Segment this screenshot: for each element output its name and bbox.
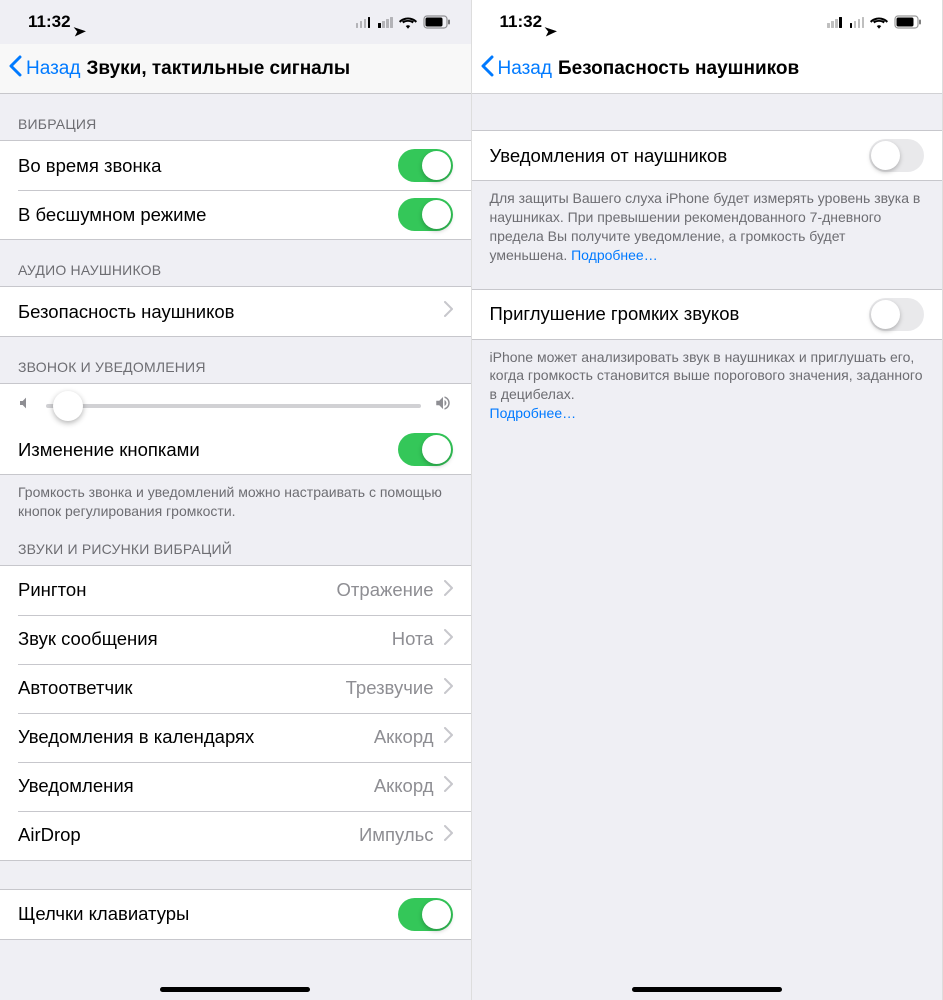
section-header-ringer: ЗВОНОК И УВЕДОМЛЕНИЯ [0, 337, 471, 383]
section-header-vibration: ВИБРАЦИЯ [0, 94, 471, 140]
row-sound-pattern[interactable]: Уведомления в календаряхАккорд [0, 713, 471, 762]
row-label: Безопасность наушников [18, 301, 444, 323]
row-value: Аккорд [374, 775, 434, 797]
footer-ringer: Громкость звонка и уведомлений можно нас… [0, 475, 471, 527]
switch-reduce-loud-sounds[interactable] [869, 298, 924, 331]
learn-more-link[interactable]: Подробнее… [571, 247, 658, 263]
switch-vibrate-on-silent[interactable] [398, 198, 453, 231]
signal-secondary-icon [378, 17, 393, 28]
row-keyboard-clicks[interactable]: Щелчки клавиатуры [0, 890, 471, 939]
row-value: Аккорд [374, 726, 434, 748]
group-headphone-audio: Безопасность наушников [0, 286, 471, 337]
row-sound-pattern[interactable]: АвтоответчикТрезвучие [0, 664, 471, 713]
row-label: Уведомления [18, 775, 374, 797]
status-bar: 11:32 [472, 0, 943, 44]
status-time: 11:32 [500, 12, 543, 32]
battery-icon [423, 15, 451, 29]
page-title: Звуки, тактильные сигналы [86, 58, 350, 80]
learn-more-link[interactable]: Подробнее… [490, 405, 577, 421]
row-reduce-loud-sounds[interactable]: Приглушение громких звуков [472, 290, 943, 339]
volume-slider[interactable] [46, 404, 421, 408]
chevron-left-icon [8, 55, 22, 83]
row-volume-slider [0, 384, 471, 425]
signal-secondary-icon [850, 17, 865, 28]
row-label: Уведомления в календарях [18, 726, 374, 748]
nav-bar: Назад Безопасность наушников [472, 44, 943, 94]
row-value: Нота [392, 628, 434, 650]
chevron-right-icon [444, 727, 453, 748]
footer-text: iPhone может анализировать звук в наушни… [490, 349, 923, 403]
row-label: Рингтон [18, 579, 337, 601]
home-indicator[interactable] [632, 987, 782, 992]
row-label: Во время звонка [18, 155, 398, 177]
section-header-headphone-audio: АУДИО НАУШНИКОВ [0, 240, 471, 286]
footer-headphone-notifications: Для защиты Вашего слуха iPhone будет изм… [472, 181, 943, 271]
status-bar: 11:32 [0, 0, 471, 44]
speaker-high-icon [433, 394, 453, 417]
switch-change-with-buttons[interactable] [398, 433, 453, 466]
row-sound-pattern[interactable]: AirDropИмпульс [0, 811, 471, 860]
chevron-right-icon [444, 301, 453, 322]
back-button[interactable]: Назад [480, 55, 552, 83]
switch-keyboard-clicks[interactable] [398, 898, 453, 931]
row-sound-pattern[interactable]: УведомленияАккорд [0, 762, 471, 811]
group-sounds-patterns: РингтонОтражениеЗвук сообщенияНотаАвтоот… [0, 565, 471, 861]
chevron-right-icon [444, 580, 453, 601]
footer-text: Для защиты Вашего слуха iPhone будет изм… [490, 190, 921, 263]
row-vibrate-on-silent[interactable]: В бесшумном режиме [0, 190, 471, 239]
wifi-icon [399, 15, 417, 29]
chevron-left-icon [480, 55, 494, 83]
row-headphone-safety[interactable]: Безопасность наушников [0, 287, 471, 336]
chevron-right-icon [444, 776, 453, 797]
switch-vibrate-on-ring[interactable] [398, 149, 453, 182]
row-label: Приглушение громких звуков [490, 303, 870, 325]
row-vibrate-on-ring[interactable]: Во время звонка [0, 141, 471, 190]
back-label: Назад [498, 58, 552, 80]
row-sound-pattern[interactable]: РингтонОтражение [0, 566, 471, 615]
group-vibration: Во время звонка В бесшумном режиме [0, 140, 471, 240]
row-value: Трезвучие [346, 677, 434, 699]
group-reduce-loud-sounds: Приглушение громких звуков [472, 289, 943, 340]
group-ringer: Изменение кнопками [0, 383, 471, 475]
signal-primary-icon [827, 17, 842, 28]
section-header-sounds-patterns: ЗВУКИ И РИСУНКИ ВИБРАЦИЙ [0, 527, 471, 565]
row-label: AirDrop [18, 824, 359, 846]
group-headphone-notifications: Уведомления от наушников [472, 130, 943, 181]
row-label: Изменение кнопками [18, 439, 398, 461]
row-change-with-buttons[interactable]: Изменение кнопками [0, 425, 471, 474]
row-label: Автоответчик [18, 677, 346, 699]
chevron-right-icon [444, 629, 453, 650]
footer-reduce-loud-sounds: iPhone может анализировать звук в наушни… [472, 340, 943, 430]
back-button[interactable]: Назад [8, 55, 80, 83]
chevron-right-icon [444, 678, 453, 699]
group-keyboard-clicks: Щелчки клавиатуры [0, 889, 471, 940]
speaker-low-icon [18, 395, 34, 416]
row-label: Звук сообщения [18, 628, 392, 650]
back-label: Назад [26, 58, 80, 80]
row-value: Импульс [359, 824, 434, 846]
page-title: Безопасность наушников [558, 58, 799, 80]
battery-icon [894, 15, 922, 29]
row-value: Отражение [337, 579, 434, 601]
home-indicator[interactable] [160, 987, 310, 992]
row-label: Уведомления от наушников [490, 145, 870, 167]
row-headphone-notifications[interactable]: Уведомления от наушников [472, 131, 943, 180]
nav-bar: Назад Звуки, тактильные сигналы [0, 44, 471, 94]
row-label: Щелчки клавиатуры [18, 903, 398, 925]
chevron-right-icon [444, 825, 453, 846]
switch-headphone-notifications[interactable] [869, 139, 924, 172]
wifi-icon [870, 15, 888, 29]
row-sound-pattern[interactable]: Звук сообщенияНота [0, 615, 471, 664]
screen-headphone-safety: 11:32 Назад Безопасность наушников [472, 0, 943, 1000]
slider-thumb[interactable] [53, 391, 83, 421]
status-time: 11:32 [28, 12, 71, 32]
screen-sounds-haptics: 11:32 Назад Звуки, тактильные сигналы ВИ… [0, 0, 472, 1000]
signal-primary-icon [356, 17, 371, 28]
row-label: В бесшумном режиме [18, 204, 398, 226]
